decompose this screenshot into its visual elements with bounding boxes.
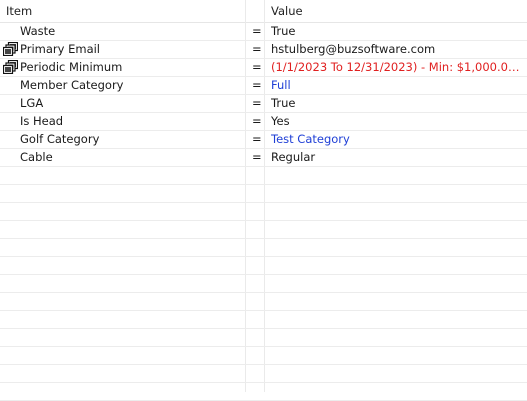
- row-value[interactable]: True: [271, 23, 523, 40]
- empty-row: [0, 167, 527, 185]
- equals-sign: =: [252, 114, 262, 128]
- equals-sign: =: [252, 60, 262, 74]
- row-item-label: Member Category: [20, 78, 124, 92]
- table-row[interactable]: LGA = True: [0, 95, 527, 113]
- linked-record-icon: [3, 42, 18, 56]
- table-row[interactable]: Member Category = Full: [0, 77, 527, 95]
- linked-record-icon: [3, 60, 18, 74]
- empty-row: [0, 383, 527, 401]
- empty-row: [0, 365, 527, 383]
- equals-sign: =: [252, 42, 262, 56]
- row-item-label: Is Head: [20, 114, 64, 128]
- row-item-label: Periodic Minimum: [20, 60, 123, 74]
- column-header-item[interactable]: Item: [6, 0, 32, 22]
- row-value[interactable]: hstulberg@buzsoftware.com: [271, 41, 523, 58]
- row-value[interactable]: Test Category: [271, 131, 523, 148]
- row-item-label: LGA: [20, 96, 44, 110]
- empty-row: [0, 221, 527, 239]
- empty-row: [0, 329, 527, 347]
- empty-row: [0, 293, 527, 311]
- column-header-value[interactable]: Value: [271, 0, 303, 22]
- empty-row: [0, 275, 527, 293]
- grid-rows: Waste = True Primary Email = hstulberg@buzsof…: [0, 23, 527, 401]
- row-value[interactable]: Yes: [271, 113, 523, 130]
- empty-row: [0, 347, 527, 365]
- table-row[interactable]: Primary Email = hstulberg@buzsoftware.com: [0, 41, 527, 59]
- table-row[interactable]: Periodic Minimum = (1/1/2023 To 12/31/2023…: [0, 59, 527, 77]
- table-row[interactable]: Waste = True: [0, 23, 527, 41]
- equals-sign: =: [252, 132, 262, 146]
- empty-row: [0, 239, 527, 257]
- table-row[interactable]: Golf Category = Test Category: [0, 131, 527, 149]
- empty-row: [0, 311, 527, 329]
- property-grid: Item Value Waste = True Primary Email = hstul…: [0, 0, 527, 401]
- row-value[interactable]: True: [271, 95, 523, 112]
- equals-sign: =: [252, 78, 262, 92]
- equals-sign: =: [252, 150, 262, 164]
- row-item-label: Waste: [20, 24, 56, 38]
- empty-row: [0, 203, 527, 221]
- row-value[interactable]: Regular: [271, 149, 523, 166]
- row-item-label: Cable: [20, 150, 53, 164]
- empty-row: [0, 257, 527, 275]
- table-row[interactable]: Is Head = Yes: [0, 113, 527, 131]
- row-value[interactable]: Full: [271, 77, 523, 94]
- equals-sign: =: [252, 24, 262, 38]
- row-item-label: Primary Email: [20, 42, 101, 56]
- row-value[interactable]: (1/1/2023 To 12/31/2023) - Min: $1,000.0…: [271, 59, 523, 76]
- equals-sign: =: [252, 96, 262, 110]
- table-row[interactable]: Cable = Regular: [0, 149, 527, 167]
- row-item-label: Golf Category: [20, 132, 100, 146]
- empty-row: [0, 185, 527, 203]
